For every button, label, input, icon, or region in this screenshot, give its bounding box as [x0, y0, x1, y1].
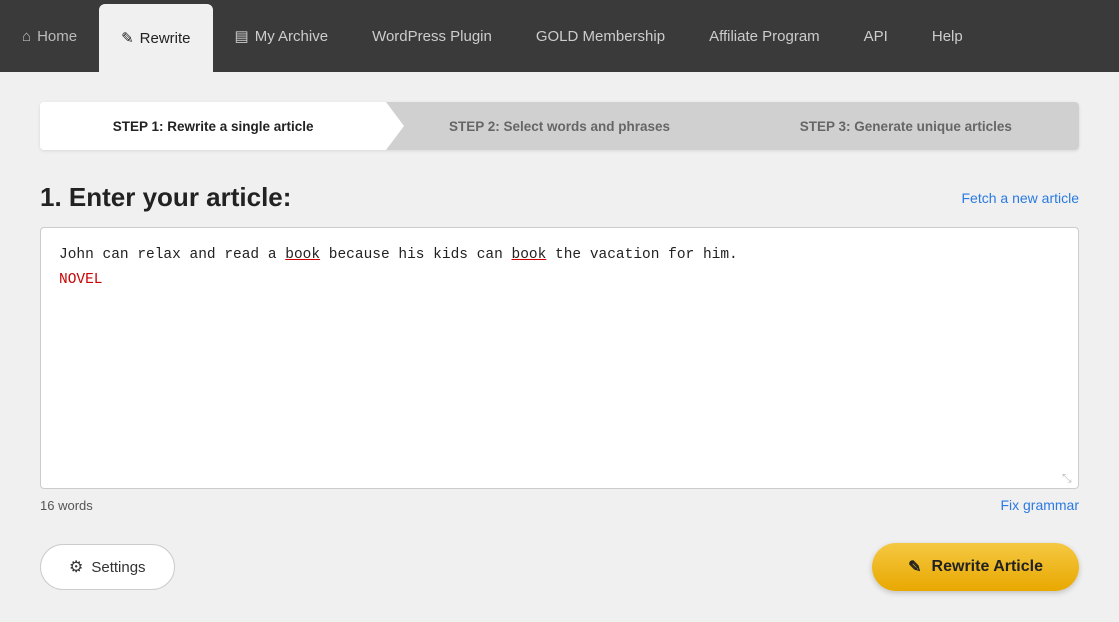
nav-help[interactable]: Help: [910, 0, 985, 72]
settings-button[interactable]: ⚙ Settings: [40, 544, 175, 590]
step3-label: STEP 3: Generate unique articles: [800, 119, 1012, 134]
section-title: 1. Enter your article:: [40, 182, 291, 213]
nav-archive-label: My Archive: [255, 28, 328, 45]
nav-rewrite[interactable]: ✎ Rewrite: [99, 4, 212, 72]
nav-wordpress[interactable]: WordPress Plugin: [350, 0, 514, 72]
nav-affiliate-label: Affiliate Program: [709, 28, 820, 45]
nav-wordpress-label: WordPress Plugin: [372, 28, 492, 45]
spell-suggestion: NOVEL: [59, 269, 1060, 292]
rewrite-article-button[interactable]: ✎ Rewrite Article: [872, 543, 1079, 591]
archive-icon: ▤: [235, 27, 249, 45]
step1-arrow: [386, 102, 404, 150]
word-book1: book: [285, 247, 320, 263]
step-3[interactable]: STEP 3: Generate unique articles: [733, 102, 1079, 150]
step2-label: STEP 2: Select words and phrases: [449, 119, 670, 134]
word-book2: book: [512, 247, 547, 263]
gear-icon: ⚙: [69, 557, 83, 577]
word-count: 16 words: [40, 498, 93, 513]
article-text[interactable]: John can relax and read a book because h…: [59, 244, 1060, 292]
nav-rewrite-label: Rewrite: [140, 30, 191, 47]
step1-label: STEP 1: Rewrite a single article: [113, 119, 314, 134]
settings-label: Settings: [91, 559, 145, 576]
pen-icon-nav: ✎: [121, 29, 134, 47]
rewrite-label: Rewrite Article: [932, 558, 1043, 576]
fix-grammar-link[interactable]: Fix grammar: [1000, 497, 1079, 513]
nav-home-label: Home: [37, 28, 77, 45]
main-content: STEP 1: Rewrite a single article STEP 2:…: [0, 72, 1119, 622]
step2-arrow: [733, 102, 751, 150]
nav-bar: ⌂ Home ✎ Rewrite ▤ My Archive WordPress …: [0, 0, 1119, 72]
section-header: 1. Enter your article: Fetch a new artic…: [40, 182, 1079, 213]
nav-gold[interactable]: GOLD Membership: [514, 0, 687, 72]
steps-bar: STEP 1: Rewrite a single article STEP 2:…: [40, 102, 1079, 150]
nav-help-label: Help: [932, 28, 963, 45]
article-textarea-wrapper[interactable]: John can relax and read a book because h…: [40, 227, 1079, 489]
nav-home[interactable]: ⌂ Home: [0, 0, 99, 72]
fetch-link[interactable]: Fetch a new article: [962, 190, 1080, 206]
nav-api[interactable]: API: [842, 0, 910, 72]
nav-gold-label: GOLD Membership: [536, 28, 665, 45]
step-1[interactable]: STEP 1: Rewrite a single article: [40, 102, 386, 150]
bottom-row: ⚙ Settings ✎ Rewrite Article: [40, 543, 1079, 591]
nav-affiliate[interactable]: Affiliate Program: [687, 0, 842, 72]
pen-icon-btn: ✎: [908, 557, 921, 577]
step-2[interactable]: STEP 2: Select words and phrases: [386, 102, 732, 150]
resize-handle[interactable]: ⤡: [1062, 472, 1076, 486]
textarea-spacer: [59, 292, 1060, 472]
nav-api-label: API: [864, 28, 888, 45]
home-icon: ⌂: [22, 28, 31, 45]
footer-row: 16 words Fix grammar: [40, 497, 1079, 513]
nav-archive[interactable]: ▤ My Archive: [213, 0, 351, 72]
